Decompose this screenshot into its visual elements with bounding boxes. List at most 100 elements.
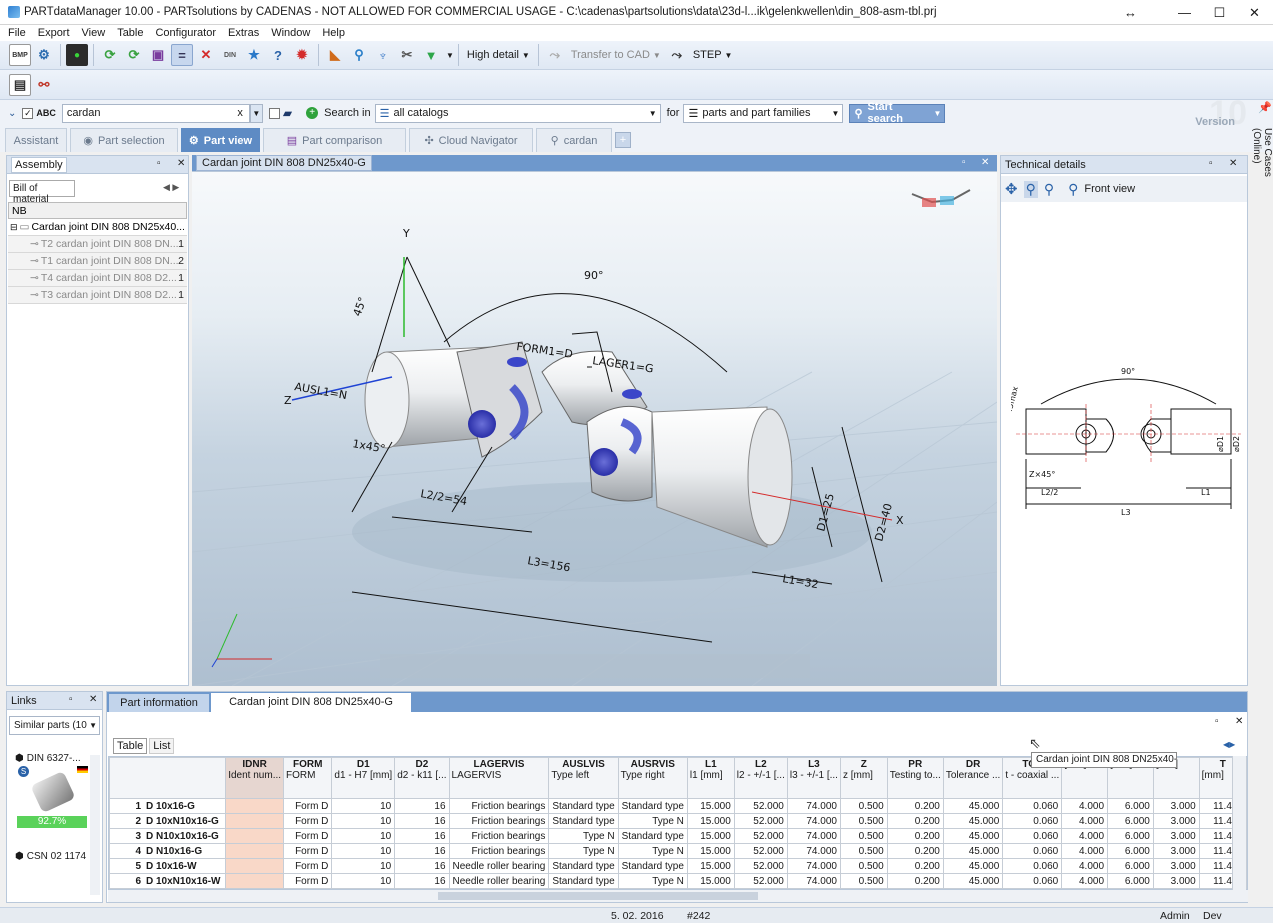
table-cell[interactable]: Type N	[617, 843, 688, 859]
table-cell[interactable]: Needle roller bearing	[448, 858, 550, 874]
table-cell[interactable]: 0.500	[839, 798, 888, 814]
table-cell[interactable]: 0.060	[1002, 828, 1063, 844]
transfer-cad-button[interactable]: Transfer to CAD ▼	[571, 49, 661, 61]
table-cell[interactable]	[225, 798, 285, 814]
table-cell[interactable]: 16	[394, 858, 450, 874]
table-cell[interactable]: 0.200	[886, 798, 944, 814]
tree-item[interactable]: ⊸ T1 cardan joint DIN 808 DN... 2	[8, 253, 187, 270]
links-close-icon[interactable]: ✕	[89, 694, 97, 705]
tree-icon[interactable]: ♆	[372, 44, 394, 66]
column-header[interactable]: L3 l3 - +/-1 [...	[786, 757, 841, 799]
close-panel-icon[interactable]: ✕	[177, 158, 185, 169]
tree-item[interactable]: ⊸ T4 cardan joint DIN 808 D2... 1	[8, 270, 187, 287]
table-cell[interactable]: 10	[331, 858, 396, 874]
variant-table[interactable]: IDNR Ident num... FORM FORM D1 d1 - H7 [mm] D2…	[108, 756, 1248, 890]
tab-table[interactable]: Table	[113, 738, 148, 754]
column-header[interactable]: FORM FORM	[283, 757, 333, 799]
similar-parts-select[interactable]: Similar parts (10 R ▼	[9, 716, 100, 735]
table-cell[interactable]: 0.200	[886, 828, 944, 844]
row-name-cell[interactable]: 5D 10x16-W	[109, 858, 227, 874]
delete-icon[interactable]: ✕	[195, 44, 217, 66]
table-row[interactable]: 4D N10x16-G Form D 10 16 Friction bearings Ty…	[109, 843, 1247, 859]
table-cell[interactable]: 4.000	[1061, 858, 1109, 874]
table-cell[interactable]: 52.000	[733, 858, 788, 874]
row-name-cell[interactable]: 6D 10xN10x16-W	[109, 873, 227, 889]
table-cell[interactable]: 10	[331, 873, 396, 889]
table-cell[interactable]: Friction bearings	[448, 843, 550, 859]
table-row[interactable]: 6D 10xN10x16-W Form D 10 16 Needle roller be…	[109, 873, 1247, 889]
table-cell[interactable]: 3.000	[1152, 798, 1200, 814]
table-cell[interactable]: Form D	[283, 858, 333, 874]
table-cell[interactable]: Standard type	[548, 813, 619, 829]
table-cell[interactable]: 0.060	[1002, 813, 1063, 829]
table-cell[interactable]: 0.500	[839, 873, 888, 889]
table-row[interactable]: 2D 10xN10x16-G Form D 10 16 Friction bearing…	[109, 813, 1247, 829]
table-cell[interactable]: 4.000	[1061, 828, 1109, 844]
table-cell[interactable]: Standard type	[617, 828, 688, 844]
tree-item[interactable]: ⊸ T3 cardan joint DIN 808 D2... 1	[8, 287, 187, 304]
help-icon[interactable]: ?	[267, 44, 289, 66]
table-cell[interactable]: 4.000	[1061, 873, 1109, 889]
download-icon[interactable]: ▼	[420, 44, 442, 66]
3d-viewport[interactable]: Y Z X 90° 45° FORM1=D LAGER1=G AUSL1=N 1…	[192, 172, 997, 686]
menu-view[interactable]: View	[76, 27, 112, 39]
table-cell[interactable]: 74.000	[786, 858, 841, 874]
table-cell[interactable]: 52.000	[733, 813, 788, 829]
menu-export[interactable]: Export	[32, 27, 76, 39]
table-cell[interactable]: Standard type	[548, 798, 619, 814]
links-scrollbar[interactable]	[90, 755, 100, 895]
table-cell[interactable]: Type N	[548, 843, 619, 859]
table-cell[interactable]: 16	[394, 828, 450, 844]
table-cell[interactable]: Needle roller bearing	[448, 873, 550, 889]
menu-window[interactable]: Window	[265, 27, 316, 39]
expand-chevron-icon[interactable]: ⌄	[8, 108, 16, 119]
table-cell[interactable]: 52.000	[733, 873, 788, 889]
save-icon[interactable]: ▣	[147, 44, 169, 66]
menu-help[interactable]: Help	[316, 27, 351, 39]
table-cell[interactable]: 74.000	[786, 873, 841, 889]
table-cell[interactable]: 74.000	[786, 828, 841, 844]
table-cell[interactable]: 16	[394, 798, 450, 814]
table-cell[interactable]: 45.000	[942, 858, 1004, 874]
table-cell[interactable]: 10	[331, 813, 396, 829]
table-cell[interactable]: 45.000	[942, 798, 1004, 814]
traffic-light-icon[interactable]: ●	[66, 44, 88, 66]
table-cell[interactable]: Type N	[617, 873, 688, 889]
tab-cloud-navigator[interactable]: ✣ Cloud Navigator	[409, 128, 533, 152]
table-cell[interactable]: 0.060	[1002, 873, 1063, 889]
table-cell[interactable]: 0.060	[1002, 798, 1063, 814]
assembly-icon[interactable]: ⚙	[33, 44, 55, 66]
use-cases-side-tab[interactable]: Use Cases (Online)	[1251, 126, 1273, 206]
close-button[interactable]: ✕	[1232, 0, 1273, 25]
viewer-close-icon[interactable]: ✕	[981, 157, 989, 168]
table-cell[interactable]: 15.000	[686, 873, 735, 889]
column-header[interactable]: L2 l2 - +/-1 [...	[733, 757, 788, 799]
table-cell[interactable]: 15.000	[686, 843, 735, 859]
collapse-icon[interactable]: ⊟	[10, 222, 18, 233]
zoom-icon[interactable]: ⚲	[1044, 181, 1054, 198]
table-cell[interactable]: 3.000	[1152, 828, 1200, 844]
table-cell[interactable]: 4.000	[1061, 798, 1109, 814]
column-header[interactable]: AUSRVIS Type right	[617, 757, 688, 799]
table-cell[interactable]: 6.000	[1107, 798, 1154, 814]
view-controls-bar[interactable]	[380, 654, 810, 678]
table-cell[interactable]: Form D	[283, 798, 333, 814]
tab-part-comparison[interactable]: ▤ Part comparison	[263, 128, 406, 152]
table-cell[interactable]: 16	[394, 843, 450, 859]
table-cell[interactable]	[225, 843, 285, 859]
zoom-window-icon[interactable]: ⚲	[1023, 180, 1038, 198]
table-cell[interactable]: Type N	[548, 828, 619, 844]
table-cell[interactable]: 45.000	[942, 873, 1004, 889]
bug-icon[interactable]: ✹	[291, 44, 313, 66]
row-name-cell[interactable]: 2D 10xN10x16-G	[109, 813, 227, 829]
table-cell[interactable]: Standard type	[548, 873, 619, 889]
column-header[interactable]: L1 l1 [mm]	[686, 757, 735, 799]
table-cell[interactable]: 10	[331, 843, 396, 859]
bmp-export-icon[interactable]: BMP	[9, 44, 31, 66]
table-cell[interactable]: 0.060	[1002, 858, 1063, 874]
table-cell[interactable]: 4.000	[1061, 843, 1109, 859]
clear-search-icon[interactable]: x	[237, 107, 243, 119]
pin-icon[interactable]: 📌	[1258, 101, 1272, 114]
tree-root[interactable]: ⊟ ▭ Cardan joint DIN 808 DN25x40...	[8, 219, 187, 236]
detail-level-select[interactable]: High detail ▼	[467, 49, 530, 61]
